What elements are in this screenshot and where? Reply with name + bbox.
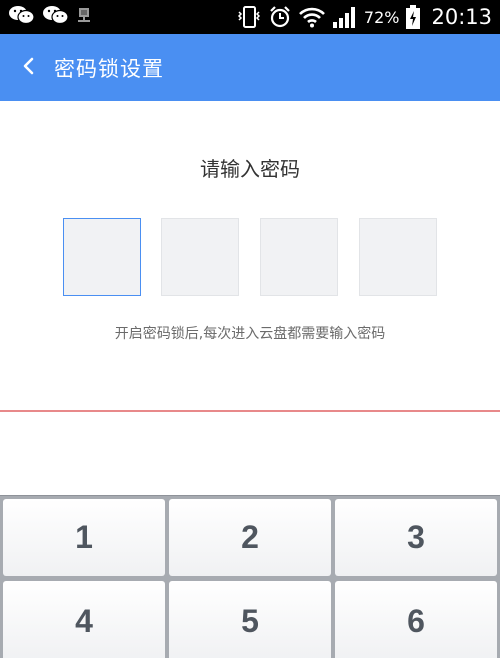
pin-digit-box[interactable] <box>161 218 239 296</box>
key-2[interactable]: 2 <box>169 499 331 576</box>
key-3[interactable]: 3 <box>335 499 497 576</box>
system-icons: 72% 20:13 <box>236 0 492 34</box>
battery-percent: 72% <box>363 7 400 27</box>
clock: 20:13 <box>431 5 492 29</box>
phone-vibrate-icon <box>236 5 262 29</box>
passcode-hint: 开启密码锁后,每次进入云盘都需要输入密码 <box>114 326 386 342</box>
wechat-icon <box>8 5 36 29</box>
numeric-keypad: 1 2 3 4 5 6 <box>0 495 500 658</box>
status-bar: 72% 20:13 <box>0 0 500 34</box>
wechat-icon <box>42 5 70 29</box>
signal-icon <box>332 5 358 29</box>
pin-input-row <box>63 218 437 296</box>
key-5[interactable]: 5 <box>169 581 331 658</box>
title-bar: 密码锁设置 <box>0 34 500 101</box>
network-transfer-icon <box>76 6 92 28</box>
screen: 72% 20:13 密码锁设置 请输入密码 开启密码锁后,每次进入云盘都需要输入… <box>0 0 500 658</box>
key-1[interactable]: 1 <box>3 499 165 576</box>
chevron-left-icon <box>21 56 35 80</box>
passcode-section: 请输入密码 开启密码锁后,每次进入云盘都需要输入密码 <box>0 101 500 410</box>
pin-digit-box[interactable] <box>260 218 338 296</box>
back-button[interactable] <box>6 34 50 101</box>
wifi-icon <box>298 6 326 28</box>
divider-line <box>0 410 500 412</box>
battery-charging-icon <box>405 4 421 30</box>
key-6[interactable]: 6 <box>335 581 497 658</box>
password-prompt: 请输入密码 <box>200 157 300 181</box>
alarm-icon <box>268 5 292 29</box>
pin-digit-box[interactable] <box>63 218 141 296</box>
page-title: 密码锁设置 <box>54 56 164 81</box>
key-4[interactable]: 4 <box>3 581 165 658</box>
notification-icons <box>8 6 92 28</box>
pin-digit-box[interactable] <box>359 218 437 296</box>
